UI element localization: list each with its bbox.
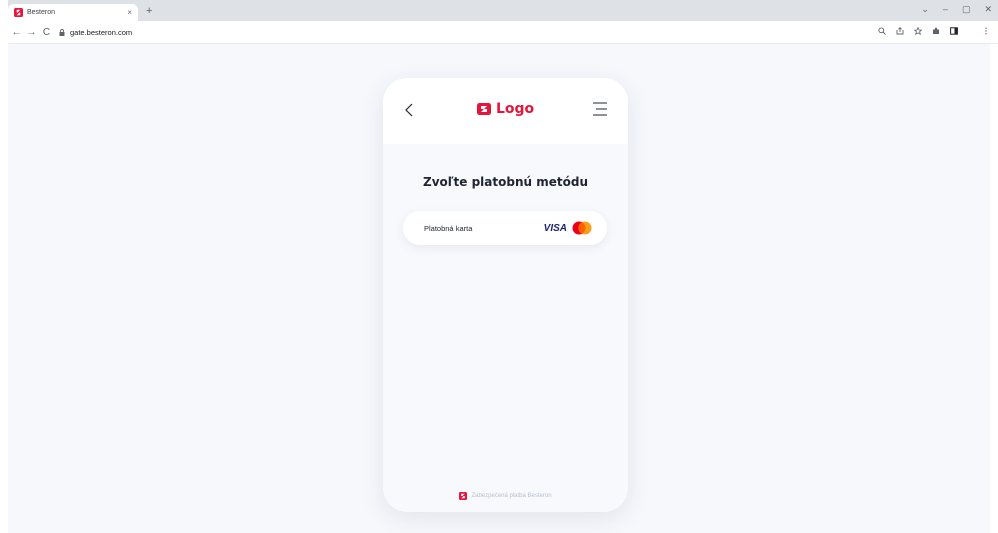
extensions-icon[interactable] — [932, 27, 940, 35]
back-chevron-icon[interactable] — [403, 102, 415, 118]
footer-text: Zabezpečená platba Besteron — [471, 493, 552, 499]
restore-button[interactable]: ▢ — [962, 4, 971, 15]
hamburger-menu-icon[interactable] — [590, 101, 608, 117]
lock-icon — [59, 28, 65, 36]
address-bar[interactable]: gate.besteron.com — [59, 24, 132, 40]
more-menu-icon[interactable] — [982, 27, 990, 35]
browser-chrome: Besteron × + ⌄ – ▢ ✕ ← → C gate.besteron… — [8, 0, 998, 44]
mastercard-icon — [572, 221, 592, 235]
url-text: gate.besteron.com — [70, 27, 133, 37]
toolbar-actions — [878, 27, 990, 35]
besteron-logo-icon — [459, 492, 468, 500]
visa-logo: VISA — [543, 222, 567, 234]
payment-method-label: Platobná karta — [424, 223, 473, 233]
share-icon[interactable] — [896, 27, 904, 35]
tab-title: Besteron — [27, 9, 56, 16]
tab-strip: Besteron × + ⌄ – ▢ ✕ — [8, 0, 998, 21]
tab-close-icon[interactable]: × — [127, 8, 132, 17]
new-tab-button[interactable]: + — [146, 4, 152, 18]
logo: Logo — [477, 101, 534, 117]
payment-method-card[interactable]: Platobná karta VISA — [403, 211, 607, 245]
logo-text: Logo — [496, 101, 535, 117]
forward-button[interactable]: → — [25, 27, 38, 38]
secure-payment-footer: Zabezpečená platba Besteron — [383, 492, 628, 500]
besteron-favicon-icon — [14, 8, 23, 17]
page-title: Zvoľte platobnú metódu — [423, 175, 588, 189]
minimize-button[interactable]: – — [943, 4, 948, 15]
reload-button[interactable]: C — [40, 27, 53, 38]
tab-search-icon[interactable]: ⌄ — [921, 4, 929, 15]
logo-icon — [477, 103, 491, 115]
back-button[interactable]: ← — [10, 27, 23, 38]
side-panel-icon[interactable] — [950, 27, 958, 35]
browser-toolbar: ← → C gate.besteron.com — [8, 21, 998, 44]
zoom-icon[interactable] — [878, 27, 886, 35]
window-controls: ⌄ – ▢ ✕ — [921, 4, 992, 15]
app-header: Logo — [383, 78, 628, 144]
payment-gateway-frame: Logo Zvoľte platobnú metódu Platobná kar… — [383, 78, 628, 512]
close-window-button[interactable]: ✕ — [984, 4, 992, 15]
browser-tab[interactable]: Besteron × — [8, 4, 138, 21]
page-content: Logo Zvoľte platobnú metódu Platobná kar… — [8, 44, 990, 533]
bookmark-star-icon[interactable] — [914, 27, 922, 35]
